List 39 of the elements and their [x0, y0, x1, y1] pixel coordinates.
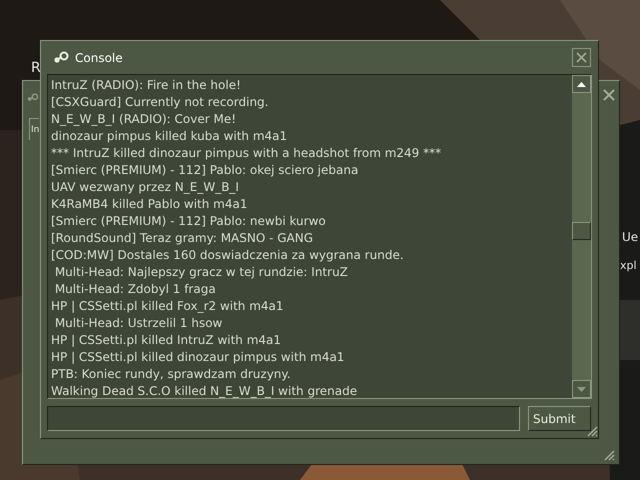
hud-text: R — [31, 59, 41, 78]
hud-text: Ue — [622, 229, 638, 246]
log-line: Multi-Head: Najlepszy gracz w tej rundzie: IntruZ — [54, 264, 349, 281]
submit-button[interactable]: Submit — [528, 406, 591, 431]
log-line: HP | CSSetti.pl killed dinozaur pimpus with m4a1 — [51, 349, 346, 366]
log-line: Multi-Head: Zdobyl 1 fraga — [54, 281, 217, 298]
log-line: N_E_W_B_I (RADIO): Cover Me! — [51, 111, 238, 128]
log-line: [CSXGuard] Currently not recording. — [51, 94, 270, 111]
log-line: Walking Dead S.C.O killed N_E_W_B_I with grenade — [51, 383, 358, 398]
log-line: *** IntruZ killed dinozaur pimpus with a headshot from m249 *** — [51, 145, 442, 162]
window-title: Console — [75, 50, 123, 66]
close-button[interactable] — [572, 48, 591, 67]
command-input[interactable] — [47, 406, 520, 431]
log-line: dinozaur pimpus killed kuba with m4a1 — [51, 128, 288, 145]
log-line: [COD:MW] Dostales 160 doswiadczenia za wygrana runde. — [51, 247, 405, 264]
log-line: PTB: Koniec rundy, sprawdzam druzyny. — [51, 366, 292, 383]
log-line: Multi-Head: Ustrzelil 1 hsow — [54, 315, 224, 332]
resize-grip-icon[interactable] — [586, 425, 598, 437]
scroll-up-button[interactable] — [572, 75, 591, 93]
log-line: [Smierc (PREMIUM) - 112] Pablo: newbi kurwo — [51, 213, 327, 230]
log-line: [RoundSound] Teraz gramy: MASNO - GANG — [51, 230, 314, 247]
log-line: UAV wezwany przez N_E_W_B_I — [51, 179, 240, 196]
steam-icon — [27, 93, 39, 102]
log-line: HP | CSSetti.pl killed IntruZ with m4a1 — [51, 332, 282, 349]
hud-text: xpl — [620, 258, 637, 274]
log-line: K4RaMB4 killed Pablo with m4a1 — [51, 196, 248, 213]
scrollbar[interactable] — [572, 75, 591, 398]
close-icon — [576, 52, 587, 63]
scroll-thumb[interactable] — [572, 222, 591, 240]
up-triangle-icon — [577, 82, 586, 86]
resize-grip-icon[interactable] — [603, 449, 615, 461]
tab[interactable]: In — [29, 118, 40, 140]
down-triangle-icon — [577, 386, 586, 392]
steam-icon — [53, 50, 69, 64]
close-icon[interactable] — [603, 89, 615, 101]
log-line: HP | CSSetti.pl killed Fox_r2 with m4a1 — [51, 298, 285, 315]
scroll-down-button[interactable] — [572, 380, 591, 398]
log-line: IntruZ (RADIO): Fire in the hole! — [51, 77, 242, 94]
log-line: [Smierc (PREMIUM) - 112] Pablo: okej sciero jebana — [51, 162, 360, 179]
